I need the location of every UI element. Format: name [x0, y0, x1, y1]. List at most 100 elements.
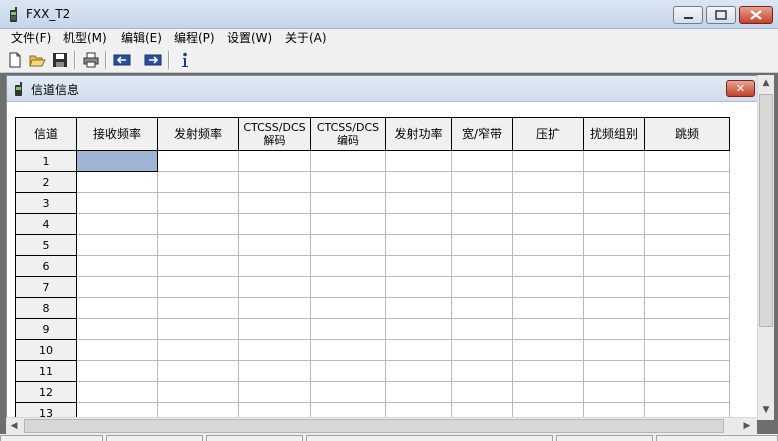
- print-icon[interactable]: [82, 51, 100, 69]
- grid-cell[interactable]: [512, 381, 584, 403]
- grid-cell[interactable]: [385, 150, 452, 172]
- horizontal-scrollbar[interactable]: ◀ ▶: [6, 417, 757, 434]
- grid-cell[interactable]: [76, 234, 158, 256]
- row-header[interactable]: 11: [15, 360, 77, 382]
- grid-cell[interactable]: [238, 171, 311, 193]
- grid-cell[interactable]: [310, 297, 386, 319]
- grid-cell[interactable]: [310, 255, 386, 277]
- grid-cell[interactable]: [512, 339, 584, 361]
- grid-cell[interactable]: [310, 213, 386, 235]
- grid-cell[interactable]: [238, 192, 311, 214]
- column-header-frequency-hop[interactable]: 跳频: [644, 117, 730, 151]
- grid-cell[interactable]: [512, 234, 584, 256]
- grid-cell[interactable]: [583, 234, 645, 256]
- grid-cell[interactable]: [385, 192, 452, 214]
- menu-model[interactable]: 机型(M): [63, 29, 107, 47]
- grid-cell[interactable]: [385, 255, 452, 277]
- grid-cell[interactable]: [644, 171, 730, 193]
- grid-cell[interactable]: [385, 381, 452, 403]
- read-from-radio-icon[interactable]: [113, 51, 131, 69]
- grid-cell[interactable]: [238, 339, 311, 361]
- grid-cell[interactable]: [644, 150, 730, 172]
- row-header[interactable]: 12: [15, 381, 77, 403]
- grid-cell[interactable]: [76, 318, 158, 340]
- grid-cell[interactable]: [583, 150, 645, 172]
- grid-cell[interactable]: [451, 318, 513, 340]
- grid-cell[interactable]: [76, 360, 158, 382]
- grid-cell[interactable]: [451, 339, 513, 361]
- row-header[interactable]: 8: [15, 297, 77, 319]
- grid-cell[interactable]: [238, 297, 311, 319]
- grid-cell[interactable]: [238, 255, 311, 277]
- grid-cell[interactable]: [512, 276, 584, 298]
- grid-cell[interactable]: [644, 192, 730, 214]
- grid-cell[interactable]: [512, 360, 584, 382]
- column-header-rx-freq[interactable]: 接收频率: [76, 117, 158, 151]
- grid-cell[interactable]: [385, 339, 452, 361]
- grid-cell[interactable]: [385, 234, 452, 256]
- row-header[interactable]: 9: [15, 318, 77, 340]
- grid-cell[interactable]: [512, 297, 584, 319]
- grid-cell[interactable]: [238, 276, 311, 298]
- grid-cell[interactable]: [451, 381, 513, 403]
- grid-cell[interactable]: [157, 234, 239, 256]
- grid-cell[interactable]: [451, 150, 513, 172]
- grid-cell[interactable]: [310, 318, 386, 340]
- grid-cell[interactable]: [238, 318, 311, 340]
- grid-cell[interactable]: [157, 255, 239, 277]
- row-header[interactable]: 2: [15, 171, 77, 193]
- grid-cell[interactable]: [644, 276, 730, 298]
- grid-cell[interactable]: [583, 339, 645, 361]
- grid-cell[interactable]: [310, 360, 386, 382]
- close-button[interactable]: [739, 6, 773, 24]
- column-header-tx-freq[interactable]: 发射频率: [157, 117, 239, 151]
- grid-cell[interactable]: [76, 297, 158, 319]
- grid-cell[interactable]: [451, 360, 513, 382]
- column-header-compander[interactable]: 压扩: [512, 117, 584, 151]
- grid-cell[interactable]: [583, 297, 645, 319]
- vertical-scroll-thumb[interactable]: [759, 94, 773, 327]
- scroll-left-icon[interactable]: ◀: [6, 418, 22, 434]
- column-header-channel[interactable]: 信道: [15, 117, 77, 151]
- new-icon[interactable]: [6, 51, 24, 69]
- save-icon[interactable]: [51, 51, 69, 69]
- grid-cell[interactable]: [644, 339, 730, 361]
- grid-cell[interactable]: [310, 381, 386, 403]
- grid-cell[interactable]: [76, 381, 158, 403]
- grid-cell[interactable]: [512, 213, 584, 235]
- grid-cell[interactable]: [644, 297, 730, 319]
- scroll-up-icon[interactable]: ▲: [758, 75, 774, 91]
- grid-cell[interactable]: [451, 255, 513, 277]
- grid-cell[interactable]: [310, 150, 386, 172]
- grid-cell[interactable]: [76, 192, 158, 214]
- grid-cell[interactable]: [157, 171, 239, 193]
- grid-cell[interactable]: [512, 318, 584, 340]
- grid-cell[interactable]: [644, 318, 730, 340]
- grid-cell[interactable]: [310, 234, 386, 256]
- row-header[interactable]: 3: [15, 192, 77, 214]
- grid-cell[interactable]: [583, 360, 645, 382]
- menu-edit[interactable]: 编辑(E): [121, 29, 162, 47]
- grid-cell[interactable]: [76, 255, 158, 277]
- column-header-scramble-group[interactable]: 扰频组别: [583, 117, 645, 151]
- menu-file[interactable]: 文件(F): [11, 29, 51, 47]
- open-icon[interactable]: [28, 51, 46, 69]
- row-header[interactable]: 1: [15, 150, 77, 172]
- grid-cell[interactable]: [451, 234, 513, 256]
- grid-cell[interactable]: [157, 360, 239, 382]
- column-header-tx-power[interactable]: 发射功率: [385, 117, 452, 151]
- grid-cell[interactable]: [157, 297, 239, 319]
- grid-cell[interactable]: [583, 255, 645, 277]
- grid-cell[interactable]: [451, 213, 513, 235]
- grid-cell[interactable]: [451, 276, 513, 298]
- grid-cell[interactable]: [157, 150, 239, 172]
- horizontal-scroll-thumb[interactable]: [24, 419, 724, 433]
- row-header[interactable]: 5: [15, 234, 77, 256]
- grid-cell[interactable]: [238, 234, 311, 256]
- grid-cell[interactable]: [385, 213, 452, 235]
- grid-cell[interactable]: [157, 339, 239, 361]
- grid-cell[interactable]: [512, 171, 584, 193]
- grid-cell[interactable]: [76, 213, 158, 235]
- grid-cell[interactable]: [310, 339, 386, 361]
- grid-cell[interactable]: [583, 381, 645, 403]
